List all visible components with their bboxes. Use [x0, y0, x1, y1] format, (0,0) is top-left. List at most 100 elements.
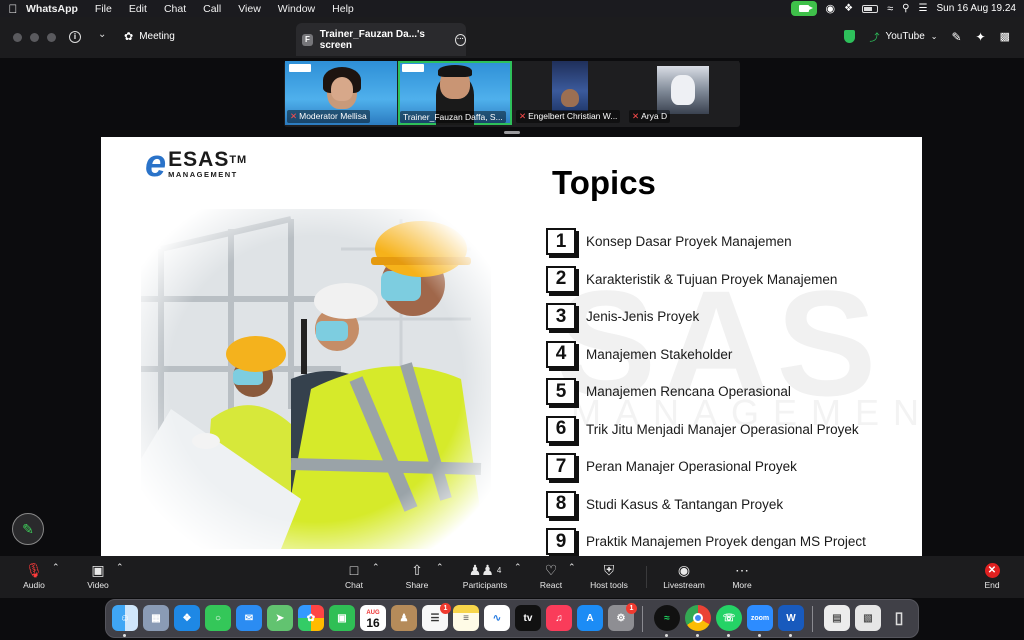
end-label: End: [984, 580, 1000, 590]
facetime-icon[interactable]: ▣: [329, 605, 355, 631]
end-meeting-button[interactable]: ✕ End: [978, 560, 1006, 590]
menu-file[interactable]: File: [95, 3, 112, 15]
spotlight-search-icon[interactable]: ⚲: [902, 3, 909, 14]
menu-view[interactable]: View: [238, 3, 261, 15]
running-indicator: [758, 634, 761, 637]
gamepad-icon[interactable]: ◉: [826, 2, 836, 15]
menu-app-name[interactable]: WhatsApp: [26, 3, 78, 15]
trash-icon[interactable]: ▯: [886, 605, 912, 631]
meeting-controls-bar: 🎙 Audio ⌃ ▣ Video ⌃ □ Chat ⌃ ⇧ Share ⌃ ♟…: [0, 556, 1024, 598]
strip-resize-handle[interactable]: [504, 131, 520, 134]
ai-sparkle-icon[interactable]: ✦: [976, 30, 986, 44]
participant-tile-active-speaker[interactable]: Trainer_Fauzan Daffa, S...: [398, 61, 512, 125]
finder-icon[interactable]: ☺: [112, 605, 138, 631]
mail-icon[interactable]: ✉: [236, 605, 262, 631]
menu-help[interactable]: Help: [332, 3, 354, 15]
app-store-icon[interactable]: A: [577, 605, 603, 631]
camera-in-use-icon[interactable]: [790, 1, 817, 16]
notification-badge: 1: [626, 603, 637, 614]
chevron-down-icon[interactable]: ⌄: [98, 29, 106, 40]
calendar-day: 16: [366, 616, 380, 630]
participant-tile[interactable]: ✕ Arya D: [627, 61, 739, 125]
documents-stack-icon[interactable]: ▤: [824, 605, 850, 631]
participants-label: Participants: [462, 580, 508, 590]
video-button[interactable]: ▣ Video: [84, 560, 112, 591]
chat-button[interactable]: □ Chat: [339, 560, 369, 590]
topic-number: 2: [546, 265, 576, 293]
photos-icon[interactable]: ✿: [298, 605, 324, 631]
annotate-pencil-icon[interactable]: ✎: [951, 30, 961, 44]
more-button[interactable]: ⋯ More: [728, 560, 756, 591]
participant-tile[interactable]: ✕ Moderator Mellisa: [285, 61, 397, 125]
minimize-window-button[interactable]: [30, 33, 39, 42]
downloads-stack-icon[interactable]: ▧: [855, 605, 881, 631]
mini-logo: [402, 64, 424, 72]
youtube-stream-button[interactable]: ⤴ YouTube ⌄: [869, 29, 937, 44]
clapperboard-icon[interactable]: ▩: [1000, 30, 1010, 43]
word-icon[interactable]: W: [778, 605, 804, 631]
zoom-icon[interactable]: zoom: [747, 605, 773, 631]
meeting-view-button[interactable]: ✿ Meeting: [124, 30, 175, 43]
annotate-pencil-button[interactable]: ✎: [12, 513, 44, 545]
livestream-button[interactable]: ◉ Livestream: [662, 560, 706, 591]
menu-chat[interactable]: Chat: [164, 3, 186, 15]
video-camera-icon: ▣: [91, 561, 105, 578]
calendar-icon[interactable]: AUG 16: [360, 605, 386, 631]
contacts-icon[interactable]: ♟: [391, 605, 417, 631]
chrome-icon[interactable]: [685, 605, 711, 631]
maps-icon[interactable]: ➤: [267, 605, 293, 631]
dock-divider: [812, 606, 813, 632]
dock-divider: [642, 606, 643, 632]
music-icon[interactable]: ♫: [546, 605, 572, 631]
messages-icon[interactable]: ○: [205, 605, 231, 631]
menu-call[interactable]: Call: [203, 3, 221, 15]
participants-options-caret[interactable]: ⌃: [514, 562, 522, 573]
close-window-button[interactable]: [13, 33, 22, 42]
participant-strip: ✕ Moderator Mellisa Trainer_Fauzan Daffa,…: [284, 61, 740, 127]
esas-logo: e ESASTM MANAGEMENT: [145, 145, 247, 183]
audio-options-caret[interactable]: ⌃: [52, 562, 60, 573]
topic-item: 9 Praktik Manajemen Proyek dengan MS Proj…: [546, 523, 906, 556]
system-settings-icon[interactable]: ⚙ 1: [608, 603, 637, 631]
menu-window[interactable]: Window: [278, 3, 315, 15]
more-options-icon[interactable]: ···: [455, 33, 466, 46]
spotify-icon[interactable]: ≈: [654, 605, 680, 631]
chat-options-caret[interactable]: ⌃: [372, 562, 380, 573]
apple-menu-icon[interactable]: : [0, 2, 26, 16]
meeting-info-icon[interactable]: i: [69, 31, 81, 43]
freeform-icon[interactable]: ∿: [484, 605, 510, 631]
fullscreen-window-button[interactable]: [47, 33, 56, 42]
battery-icon[interactable]: [862, 4, 879, 13]
security-shield-icon[interactable]: [844, 30, 856, 43]
menubar-datetime[interactable]: Sun 16 Aug 19.24: [936, 3, 1016, 14]
apple-tv-icon[interactable]: tv: [515, 605, 541, 631]
video-options-caret[interactable]: ⌃: [116, 562, 124, 573]
react-label: React: [539, 580, 563, 590]
audio-button[interactable]: 🎙 Audio: [20, 560, 48, 591]
participant-face: [561, 89, 579, 107]
share-options-caret[interactable]: ⌃: [436, 562, 444, 573]
react-button[interactable]: ♡ React: [536, 560, 566, 591]
notes-icon[interactable]: ≡: [453, 605, 479, 631]
whatsapp-icon[interactable]: ☏: [716, 605, 742, 631]
topic-text: Manajemen Rencana Operasional: [586, 384, 791, 400]
reminders-icon[interactable]: ☰ 1: [422, 603, 451, 631]
mini-logo: [289, 64, 311, 72]
share-screen-button[interactable]: ⇧ Share: [402, 560, 432, 591]
host-tools-button[interactable]: ⛨ Host tools: [587, 560, 631, 591]
muted-mic-icon: ✕: [290, 111, 298, 121]
wifi-icon[interactable]: ≈: [887, 3, 893, 15]
react-options-caret[interactable]: ⌃: [568, 562, 576, 573]
participant-tile[interactable]: ✕ Engelbert Christian W...: [514, 61, 626, 125]
participants-button[interactable]: ♟♟ 4 Participants: [460, 560, 510, 591]
menubar-status-area: ◉ ❖ ≈ ⚲ ☰ Sun 16 Aug 19.24: [790, 0, 1016, 17]
screen-share-tab[interactable]: F Trainer_Fauzan Da...'s screen ···: [296, 23, 466, 56]
safari-icon[interactable]: ❖: [174, 605, 200, 631]
running-indicator: [696, 634, 699, 637]
launchpad-icon[interactable]: ▦: [143, 605, 169, 631]
notification-badge: 1: [440, 603, 451, 614]
menu-edit[interactable]: Edit: [129, 3, 147, 15]
wechat-icon[interactable]: ❖: [844, 3, 853, 14]
muted-mic-icon: ✕: [632, 111, 640, 121]
control-center-icon[interactable]: ☰: [919, 3, 928, 14]
